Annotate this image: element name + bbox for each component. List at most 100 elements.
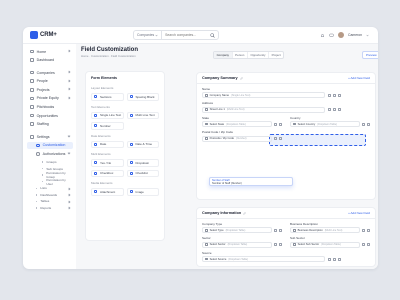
form-element-spacing-block[interactable]: Spacing Block [126, 93, 159, 101]
add-new-field-button[interactable]: + Add New Field [348, 76, 370, 80]
top-bar: CRM+ Companies Cameron [23, 27, 378, 44]
tab-person[interactable]: Person [233, 52, 248, 58]
search-icon[interactable] [210, 32, 215, 38]
form-element-label: Attachment [100, 189, 116, 194]
drag-handle-icon[interactable] [338, 108, 341, 112]
form-element-yes-no[interactable]: Yes / No [91, 159, 124, 167]
add-new-field-button[interactable]: + Add New Field [348, 211, 370, 215]
sidebar-item-private-equity[interactable]: Private Equity [27, 95, 73, 102]
copy-icon[interactable] [328, 108, 331, 112]
tab-project[interactable]: Project [269, 52, 283, 58]
field-actions [274, 122, 282, 126]
search-scope-dropdown[interactable]: Companies [134, 31, 163, 39]
sidebar-item-lists[interactable]: Lists [27, 186, 73, 192]
palette-category-label: Multi Elements [91, 152, 111, 156]
sidebar-item-groups[interactable]: Groups [27, 159, 73, 165]
field-actions [328, 93, 341, 97]
sidebar-item-opportunities[interactable]: Opportunities [27, 112, 73, 119]
sidebar-item-home[interactable]: Home [27, 48, 73, 55]
tab-company[interactable]: Company [214, 52, 233, 58]
edit-pencil-icon[interactable] [243, 211, 247, 215]
edit-pencil-icon[interactable] [240, 76, 243, 80]
delete-icon[interactable] [333, 108, 336, 112]
copy-icon[interactable] [274, 228, 277, 232]
field-type-hint: (Number) [235, 137, 247, 141]
sidebar-item-dashboards[interactable]: Dashboards [27, 192, 73, 198]
drag-handle-icon[interactable] [338, 93, 341, 97]
sidebar-item-companies[interactable]: Companies [27, 69, 73, 76]
form-element-checklist[interactable]: Checklist [126, 169, 159, 177]
palette-grid: Yes / No Dropdown Checkbox Checklist [91, 159, 159, 177]
form-element-attachment[interactable]: Attachment [91, 188, 124, 196]
sidebar-item-pitchbooks[interactable]: Pitchbooks [27, 104, 73, 111]
sector-dropdown[interactable]: Select Sector (Dropdown Table) [202, 241, 272, 248]
sidebar-item-permission-by-user[interactable]: Permission by User [27, 178, 73, 186]
delete-icon[interactable] [279, 137, 282, 141]
company-name-field[interactable]: Company Name (Single Line Text) [202, 92, 325, 99]
delete-icon[interactable] [333, 93, 336, 97]
bell-icon[interactable] [320, 33, 325, 38]
copy-icon[interactable] [328, 93, 331, 97]
sidebar-item-people[interactable]: People [27, 78, 73, 85]
form-element-label: Sections [100, 94, 112, 99]
form-element-checkbox[interactable]: Checkbox [91, 169, 124, 177]
sub-sector-dropdown[interactable]: Select Sub Sector (Dropdown Table) [290, 241, 360, 248]
source-dropdown[interactable]: Select Source (Dropdown Table) [202, 256, 325, 263]
form-element-date[interactable]: Date [91, 140, 124, 148]
preview-button[interactable]: Preview [362, 51, 378, 59]
delete-icon[interactable] [367, 243, 370, 247]
form-element-number[interactable]: Number [91, 122, 124, 130]
form-element-single-line-text[interactable]: Single Line Text [91, 111, 124, 119]
delete-icon[interactable] [367, 228, 370, 232]
dragging-field-card[interactable]: Number of Staff Number of Staff (Number) [209, 177, 293, 186]
element-type-icon [94, 171, 97, 175]
sidebar-item-dashboard[interactable]: Dashboard [27, 57, 73, 64]
element-type-icon [129, 113, 133, 117]
tab-opportunity[interactable]: Opportunity [248, 52, 270, 58]
form-element-label: Image [135, 189, 144, 194]
copy-icon[interactable] [274, 122, 277, 126]
form-element-image[interactable]: Image [126, 188, 159, 196]
search-input[interactable] [162, 33, 207, 37]
sidebar-item-staffing[interactable]: Staffing [27, 121, 73, 128]
form-element-multi-line-text[interactable]: Multi Line Text [126, 111, 159, 119]
sidebar-item-customization[interactable]: Customization [27, 141, 73, 149]
sidebar-item-label: Groups [46, 159, 57, 164]
user-name[interactable]: Cameron [348, 33, 362, 37]
delete-icon[interactable] [333, 257, 336, 261]
form-element-sections[interactable]: Sections [91, 93, 124, 101]
sidebar-item-settings[interactable]: Settings [27, 133, 73, 140]
sidebar-item-authorizations[interactable]: Authorizations [27, 151, 73, 158]
copy-icon[interactable] [362, 243, 365, 247]
app-logo[interactable]: CRM+ [23, 31, 76, 39]
country-dropdown[interactable]: Select Country (Dropdown Table) [290, 121, 360, 128]
form-element-date-time[interactable]: Date & Time [126, 140, 159, 148]
copy-icon[interactable] [362, 122, 365, 126]
app-name: CRM+ [40, 32, 57, 38]
delete-icon[interactable] [279, 228, 282, 232]
delete-icon[interactable] [279, 243, 282, 247]
state-dropdown[interactable]: Select State (Dropdown Table) [202, 121, 272, 128]
copy-icon[interactable] [274, 137, 277, 141]
chevron-icon [67, 187, 71, 190]
avatar[interactable] [338, 32, 345, 38]
drop-zone[interactable] [269, 133, 366, 146]
copy-icon[interactable] [274, 243, 277, 247]
sidebar-item-reports[interactable]: Reports [27, 205, 73, 211]
sidebar-item-tables[interactable]: Tables [27, 199, 73, 205]
field-value: Select Country [297, 122, 316, 126]
bullet-icon [42, 181, 44, 183]
sidebar-item-projects[interactable]: Projects [27, 86, 73, 93]
chevron-icon [67, 206, 71, 210]
form-element-dropdown[interactable]: Dropdown [126, 159, 159, 167]
postal-code-field[interactable]: Postcode / Zip Code (Number) [202, 135, 272, 142]
chat-icon[interactable] [329, 33, 334, 38]
copy-icon[interactable] [328, 257, 331, 261]
delete-icon[interactable] [279, 122, 282, 126]
copy-icon[interactable] [362, 228, 365, 232]
chevron-down-icon[interactable] [366, 34, 369, 37]
drag-handle-icon[interactable] [338, 257, 341, 261]
element-type-icon [129, 95, 133, 99]
field-label-business-description: Business Description [290, 222, 319, 226]
delete-icon[interactable] [367, 122, 370, 126]
